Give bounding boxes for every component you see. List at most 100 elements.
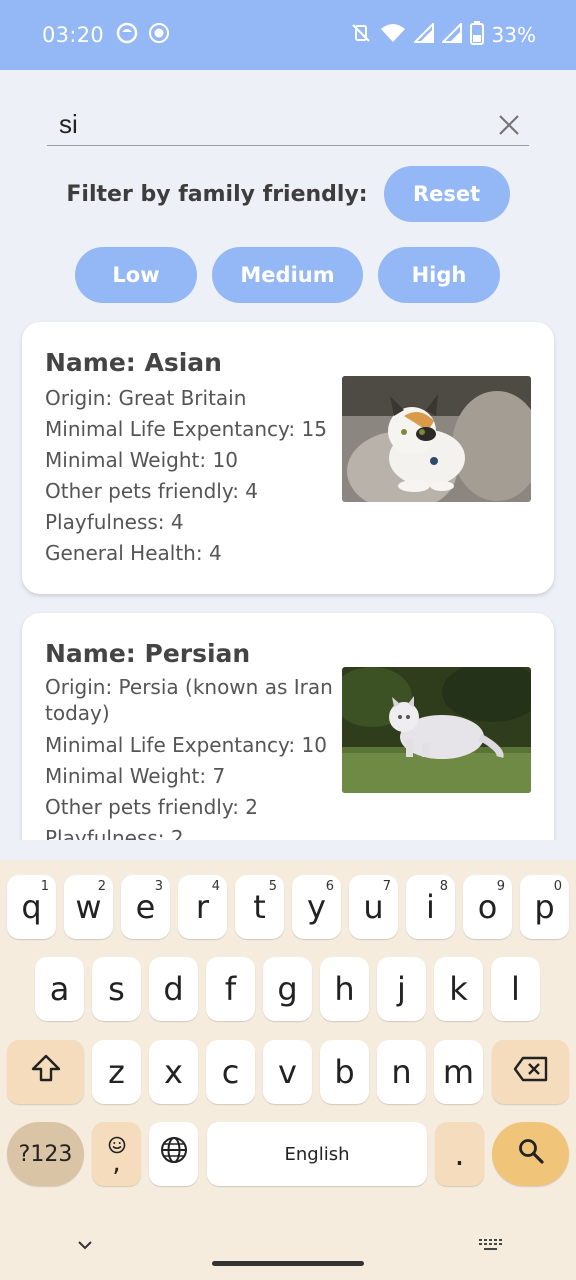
key-l[interactable]: l [491, 957, 540, 1021]
breed-name: Name: Persian [45, 639, 251, 668]
key-k[interactable]: k [434, 957, 483, 1021]
clear-icon[interactable] [489, 105, 529, 145]
key-c[interactable]: c [206, 1040, 255, 1104]
comma-label: , [112, 1148, 121, 1178]
breed-playfulness: Playfulness: 4 [45, 510, 184, 534]
shift-key[interactable] [7, 1040, 84, 1104]
language-key[interactable] [149, 1122, 198, 1186]
globe-icon [159, 1135, 189, 1173]
key-y[interactable]: y6 [292, 875, 341, 939]
search-input[interactable] [47, 109, 467, 140]
breed-weight: Minimal Weight: 10 [45, 448, 238, 472]
key-number-hint: 5 [268, 879, 277, 894]
breed-health: General Health: 4 [45, 541, 222, 565]
breed-list[interactable]: Name: Asian Origin: Great Britain Minima… [0, 320, 576, 840]
key-label: q [21, 888, 42, 926]
filter-label: Filter by family friendly: [66, 181, 368, 207]
family-friendly-levels: Low Medium High [0, 247, 576, 303]
on-screen-keyboard: q1w2e3r4t5y6u7i8o9p0 asdfghjkl zxcvbnm ?… [0, 860, 576, 1280]
backspace-icon [513, 1053, 549, 1091]
home-indicator[interactable] [212, 1261, 364, 1266]
breed-life-expectancy: Minimal Life Expentancy: 15 [45, 417, 327, 441]
key-w[interactable]: w2 [64, 875, 113, 939]
key-label: l [511, 970, 520, 1008]
breed-origin: Origin: Great Britain [45, 386, 247, 410]
breed-card[interactable]: Name: Asian Origin: Great Britain Minima… [22, 322, 554, 594]
signal-icon [412, 21, 434, 48]
symbols-key[interactable]: ?123 [7, 1122, 84, 1186]
key-label: e [135, 888, 156, 926]
record-icon [148, 22, 170, 49]
key-label: h [334, 970, 355, 1008]
high-button[interactable]: High [378, 247, 500, 303]
key-number-hint: 3 [154, 879, 163, 894]
key-r[interactable]: r4 [178, 875, 227, 939]
key-number-hint: 1 [40, 879, 49, 894]
status-bar: 03:20 33% [0, 0, 576, 70]
key-number-hint: 4 [211, 879, 220, 894]
keyboard-switch-icon[interactable] [478, 1238, 504, 1257]
key-z[interactable]: z [92, 1040, 141, 1104]
key-label: i [426, 888, 435, 926]
medium-button[interactable]: Medium [212, 247, 363, 303]
search-field[interactable] [47, 104, 529, 146]
key-label: g [277, 970, 298, 1008]
key-v[interactable]: v [263, 1040, 312, 1104]
key-label: k [449, 970, 468, 1008]
key-label: x [164, 1053, 183, 1091]
key-number-hint: 0 [553, 879, 562, 894]
key-number-hint: 8 [439, 879, 448, 894]
wifi-icon [380, 22, 406, 49]
signal-icon-2 [440, 21, 462, 48]
low-button[interactable]: Low [75, 247, 197, 303]
period-key[interactable]: . [435, 1122, 484, 1186]
search-key[interactable] [492, 1122, 569, 1186]
key-label: d [163, 970, 184, 1008]
key-a[interactable]: a [35, 957, 84, 1021]
key-label: c [221, 1053, 240, 1091]
key-label: f [224, 970, 237, 1008]
space-key[interactable]: English [207, 1122, 427, 1186]
breed-origin: Origin: Persia (known as Iran today) [45, 675, 333, 725]
hide-keyboard-icon[interactable] [76, 1238, 94, 1257]
key-g[interactable]: g [263, 957, 312, 1021]
backspace-key[interactable] [492, 1040, 569, 1104]
battery-icon [469, 20, 484, 50]
breed-card[interactable]: Name: Persian Origin: Persia (known as I… [22, 613, 554, 840]
key-number-hint: 9 [496, 879, 505, 894]
key-t[interactable]: t5 [235, 875, 284, 939]
key-x[interactable]: x [149, 1040, 198, 1104]
breed-info: Name: Asian Origin: Great Britain Minima… [45, 348, 345, 569]
key-number-hint: 6 [325, 879, 334, 894]
key-d[interactable]: d [149, 957, 198, 1021]
key-i[interactable]: i8 [406, 875, 455, 939]
key-m[interactable]: m [434, 1040, 483, 1104]
key-o[interactable]: o9 [463, 875, 512, 939]
key-label: a [49, 970, 70, 1008]
key-label: j [397, 970, 406, 1008]
key-number-hint: 2 [97, 879, 106, 894]
shift-icon [30, 1053, 62, 1091]
key-e[interactable]: e3 [121, 875, 170, 939]
breed-life-expectancy: Minimal Life Expentancy: 10 [45, 733, 327, 757]
key-u[interactable]: u7 [349, 875, 398, 939]
key-j[interactable]: j [377, 957, 426, 1021]
key-label: b [334, 1053, 355, 1091]
cat-photo [342, 667, 531, 793]
key-number-hint: 7 [382, 879, 391, 894]
emoji-comma-key[interactable]: , [92, 1122, 141, 1186]
key-label: r [195, 888, 210, 926]
key-q[interactable]: q1 [7, 875, 56, 939]
key-label: t [253, 888, 266, 926]
key-f[interactable]: f [206, 957, 255, 1021]
key-label: u [363, 888, 384, 926]
battery-percentage: 33% [491, 23, 536, 47]
key-n[interactable]: n [377, 1040, 426, 1104]
key-h[interactable]: h [320, 957, 369, 1021]
key-p[interactable]: p0 [520, 875, 569, 939]
status-time: 03:20 [42, 23, 105, 47]
reset-button[interactable]: Reset [383, 166, 510, 222]
key-b[interactable]: b [320, 1040, 369, 1104]
key-s[interactable]: s [92, 957, 141, 1021]
breed-name: Name: Asian [45, 348, 222, 377]
